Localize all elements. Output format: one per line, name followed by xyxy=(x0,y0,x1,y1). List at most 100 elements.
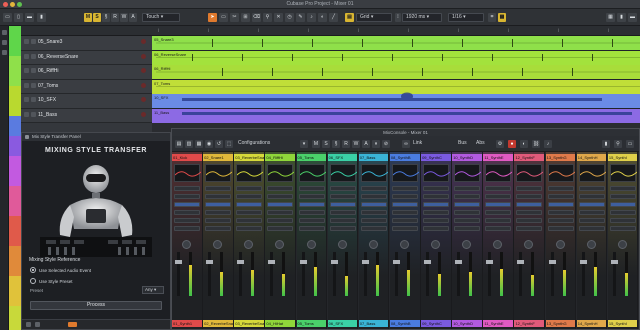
insert-slot[interactable] xyxy=(298,194,325,199)
routing-slot[interactable] xyxy=(485,226,512,231)
channel-name-top[interactable]: 10_SynthD xyxy=(452,154,482,161)
routing-slot[interactable] xyxy=(205,226,232,231)
channel-name-bottom[interactable]: 05_Toms xyxy=(296,320,327,327)
eq-curve-display[interactable] xyxy=(236,164,264,182)
channel-name-top[interactable]: 11_SynthE xyxy=(483,154,513,161)
eq-curve-display[interactable] xyxy=(391,164,420,182)
volume-fader-track[interactable] xyxy=(581,252,585,296)
volume-fader-track[interactable] xyxy=(208,252,212,296)
insert-slot[interactable] xyxy=(391,186,418,191)
channel-strip[interactable]: 04_RiffHi 04_HiHat xyxy=(265,152,296,329)
volume-fader-handle[interactable] xyxy=(424,260,432,264)
send-slot[interactable] xyxy=(423,202,450,207)
settings-icon[interactable] xyxy=(26,322,31,327)
insert-slot[interactable] xyxy=(298,186,325,191)
send-slot[interactable] xyxy=(516,210,543,215)
solo-all-button[interactable]: S xyxy=(322,140,330,148)
read-button[interactable]: R xyxy=(111,13,119,22)
volume-fader-track[interactable] xyxy=(612,252,616,296)
record-enable-icon[interactable] xyxy=(141,111,146,117)
right-zone-icon[interactable]: ▮ xyxy=(37,13,46,22)
zone-icon[interactable]: ▬ xyxy=(628,13,637,22)
solo-button[interactable]: S xyxy=(93,13,101,22)
send-slot[interactable] xyxy=(547,202,574,207)
volume-fader-handle[interactable] xyxy=(175,260,182,264)
eq-curve-display[interactable] xyxy=(547,164,575,182)
volume-fader-handle[interactable] xyxy=(299,260,307,264)
insert-slot[interactable] xyxy=(205,186,232,191)
volume-fader-handle[interactable] xyxy=(237,260,245,264)
write-button[interactable]: W xyxy=(120,13,128,22)
routing-slot[interactable] xyxy=(578,226,605,231)
layout-icon[interactable]: ▤ xyxy=(175,140,183,148)
dim-icon[interactable]: ♪ xyxy=(544,140,552,148)
channel-name-bottom[interactable]: 12_SynthF xyxy=(514,320,545,327)
insert-slot[interactable] xyxy=(360,186,387,191)
channel-name-top[interactable]: 02_Snare1 xyxy=(203,154,233,161)
insert-slot[interactable] xyxy=(485,186,512,191)
send-slot[interactable] xyxy=(360,218,387,223)
send-slot[interactable] xyxy=(298,202,325,207)
send-slot[interactable] xyxy=(205,218,232,223)
pan-knob[interactable] xyxy=(213,240,223,249)
volume-fader-handle[interactable] xyxy=(330,260,338,264)
volume-fader-handle[interactable] xyxy=(579,260,587,264)
visibility-tab-icon[interactable] xyxy=(2,40,7,45)
volume-fader-handle[interactable] xyxy=(486,260,494,264)
send-slot[interactable] xyxy=(578,218,605,223)
eq-curve-display[interactable] xyxy=(205,164,233,182)
minimize-icon[interactable] xyxy=(10,2,15,7)
volume-fader-track[interactable] xyxy=(488,252,492,296)
channel-name-bottom[interactable]: 14_SynthH xyxy=(576,320,607,327)
channel-name-top[interactable]: 04_RiffHi xyxy=(265,154,295,161)
solo-toggle[interactable] xyxy=(31,97,36,102)
window-icon[interactable]: ▭ xyxy=(626,140,634,148)
volume-fader-track[interactable] xyxy=(177,252,180,296)
channel-strip[interactable]: 10_SynthD 10_SynthD xyxy=(452,152,483,329)
send-slot[interactable] xyxy=(236,210,263,215)
lower-zone-icon[interactable]: ▬ xyxy=(25,13,34,22)
channel-name-bottom[interactable]: 02_ReverbeSnare xyxy=(203,320,233,327)
channel-strip[interactable]: 08_SynthB 08_SynthB xyxy=(389,152,421,329)
channel-name-top[interactable]: 15_SynthI xyxy=(607,154,638,161)
volume-fader-handle[interactable] xyxy=(268,260,276,264)
channel-name-top[interactable]: 05_Toms xyxy=(296,154,327,161)
solo-toggle[interactable] xyxy=(31,111,36,117)
routing-slot[interactable] xyxy=(391,226,418,231)
channel-name-bottom[interactable]: 10_SynthD xyxy=(452,320,482,327)
solo-toggle[interactable] xyxy=(31,39,36,44)
send-slot[interactable] xyxy=(454,210,481,215)
volume-fader-track[interactable] xyxy=(426,252,430,296)
quantize-dropdown[interactable]: 1/16 ▾ xyxy=(448,13,484,22)
pan-knob[interactable] xyxy=(431,240,441,249)
volume-fader-track[interactable] xyxy=(394,252,398,296)
insert-slot[interactable] xyxy=(236,186,263,191)
channel-name-top[interactable]: 13_SynthG xyxy=(545,154,576,161)
insert-slot[interactable] xyxy=(423,186,450,191)
record-enable-icon[interactable] xyxy=(141,53,146,59)
volume-fader-handle[interactable] xyxy=(610,260,618,264)
volume-fader-track[interactable] xyxy=(301,252,305,296)
link-channel-icon[interactable]: ⛓ xyxy=(532,140,540,148)
use-selected-radio[interactable] xyxy=(30,267,36,273)
mute-toggle[interactable] xyxy=(24,97,29,102)
rack-icon[interactable]: ▦ xyxy=(195,140,203,148)
solo-toggle[interactable] xyxy=(31,68,36,73)
layout-icon[interactable]: ▭ xyxy=(3,13,12,22)
send-slot[interactable] xyxy=(391,218,418,223)
send-slot[interactable] xyxy=(174,210,200,215)
eq-curve-display[interactable] xyxy=(423,164,451,182)
insert-slot[interactable] xyxy=(267,194,294,199)
volume-fader-track[interactable] xyxy=(550,252,554,296)
automation-icon[interactable]: A xyxy=(362,140,370,148)
save-config-icon[interactable]: ▾ xyxy=(300,140,308,148)
send-slot[interactable] xyxy=(329,202,356,207)
write-icon[interactable]: W xyxy=(352,140,360,148)
listen-button[interactable]: § xyxy=(102,13,110,22)
eq-curve-display[interactable] xyxy=(578,164,607,182)
read-icon[interactable]: R xyxy=(342,140,350,148)
zones-tab-icon[interactable] xyxy=(2,50,7,55)
link-label[interactable]: Link xyxy=(413,140,422,146)
speaker-icon[interactable]: ♪ xyxy=(307,13,316,22)
send-slot[interactable] xyxy=(174,218,200,223)
